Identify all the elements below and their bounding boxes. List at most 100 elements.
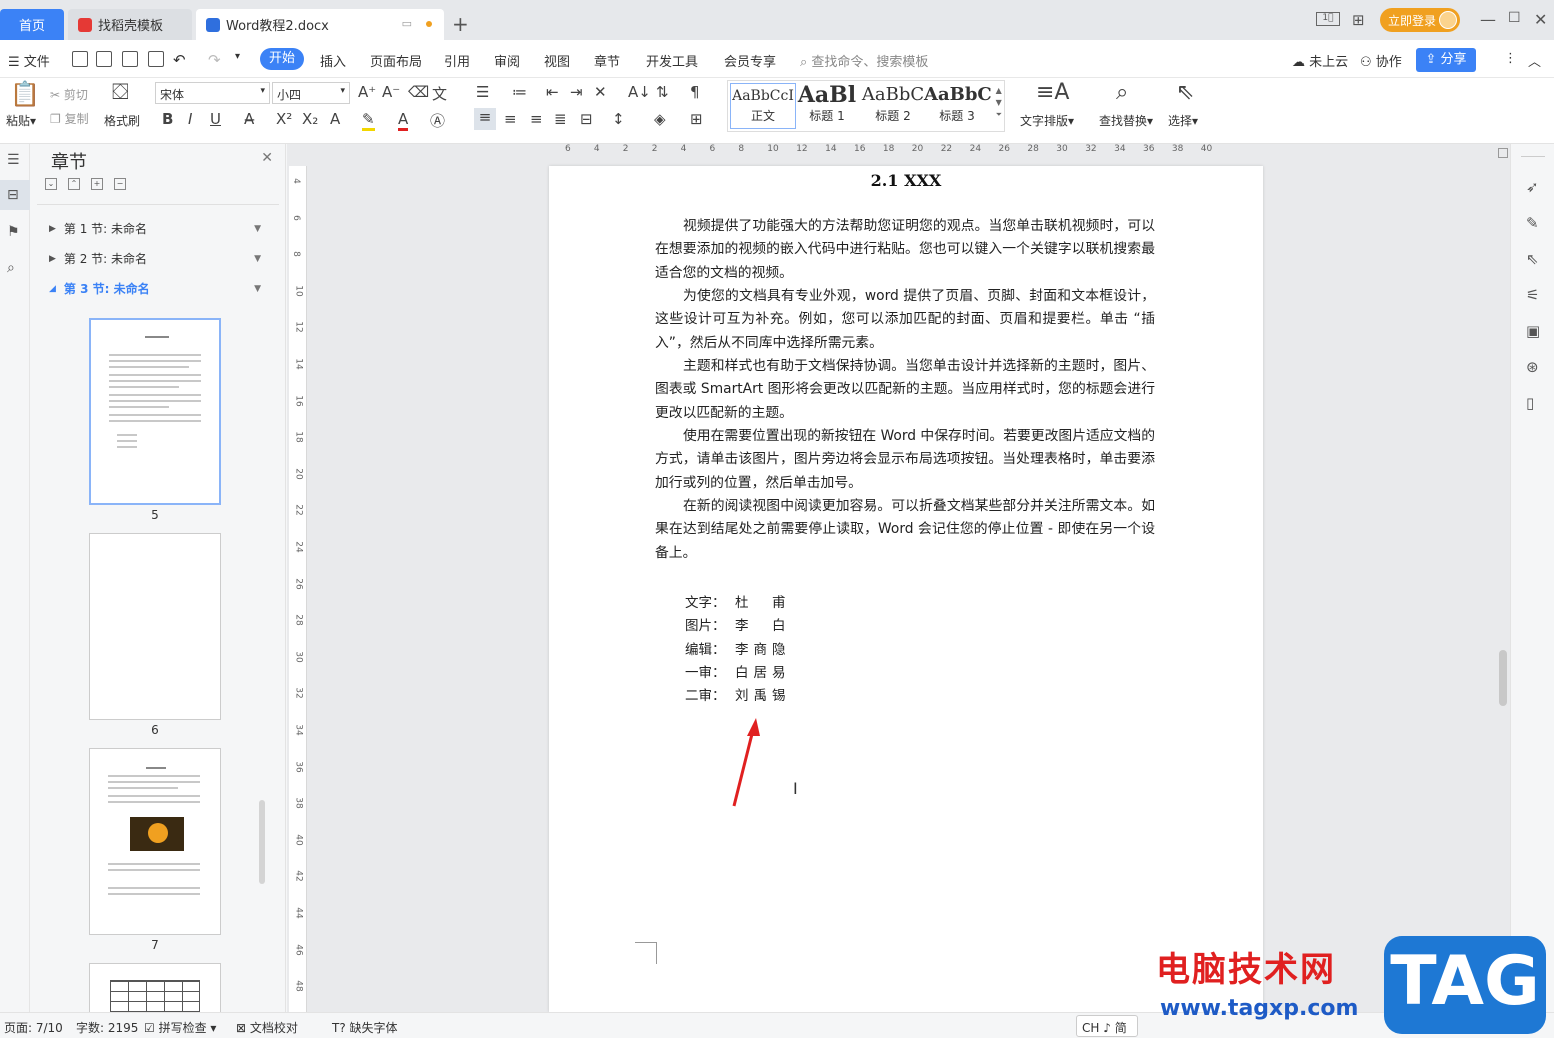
- shrink-font-icon[interactable]: A⁻: [382, 83, 400, 101]
- numbered-list-icon[interactable]: ≔: [512, 83, 527, 101]
- style-heading3[interactable]: AaBbC 标题 3: [924, 83, 992, 129]
- text-direction-icon[interactable]: A↓: [628, 83, 651, 101]
- chevron-down-icon[interactable]: ▼: [254, 284, 261, 294]
- sort-icon[interactable]: ⇅: [656, 83, 669, 101]
- page-thumbnail-5[interactable]: [89, 318, 221, 505]
- cut-button[interactable]: ✂ 剪切: [50, 86, 88, 103]
- settings-sliders-icon[interactable]: ⚟: [1526, 286, 1542, 304]
- bold-icon[interactable]: B: [162, 110, 173, 128]
- align-right-icon[interactable]: ≡: [530, 110, 543, 128]
- char-border-icon[interactable]: Ⓐ: [430, 110, 445, 131]
- align-left-icon[interactable]: ≡: [474, 108, 496, 130]
- clear-format-icon[interactable]: ⌫: [408, 83, 429, 101]
- decrease-indent-icon[interactable]: ⇤: [546, 83, 559, 101]
- close-icon[interactable]: ✕: [261, 150, 273, 166]
- style-scroll-icon[interactable]: ▲ ▼ ⏷: [996, 85, 1002, 121]
- page-counter[interactable]: 页面: 7/10: [4, 1019, 63, 1036]
- font-name-select[interactable]: 宋体 ▾: [155, 82, 270, 104]
- window-layout-icon[interactable]: 1⃞: [1316, 12, 1340, 26]
- monitor-icon[interactable]: ▭: [402, 17, 412, 30]
- missing-font-button[interactable]: T? 缺失字体: [332, 1019, 398, 1036]
- cloud-status[interactable]: ☁ 未上云: [1292, 51, 1348, 70]
- select-button[interactable]: 选择▾: [1168, 112, 1198, 129]
- chevron-down-icon[interactable]: ▼: [254, 254, 261, 264]
- phonetic-icon[interactable]: 文: [432, 83, 447, 104]
- cursor-icon[interactable]: ⇖: [1526, 250, 1542, 268]
- rocket-icon[interactable]: ➶: [1526, 178, 1542, 196]
- chapter-nav-icon[interactable]: ⊟: [0, 180, 30, 210]
- format-painter-button[interactable]: 格式刷: [104, 112, 140, 129]
- pen-icon[interactable]: ✎: [1526, 214, 1542, 232]
- align-center-icon[interactable]: ≡: [504, 110, 517, 128]
- font-color-icon[interactable]: A: [398, 110, 409, 131]
- page-thumbnail-7[interactable]: [89, 748, 221, 935]
- borders-icon[interactable]: ⊞: [690, 110, 703, 128]
- share-button[interactable]: ⇪ 分享: [1416, 48, 1476, 72]
- image-tool-icon[interactable]: ▣: [1526, 322, 1542, 340]
- tab-member[interactable]: 会员专享: [724, 51, 776, 70]
- format-painter-icon[interactable]: ⛋: [112, 80, 129, 105]
- file-menu[interactable]: ☰ 文件: [8, 51, 50, 70]
- expand-down-icon[interactable]: ⌄: [45, 178, 57, 190]
- login-button[interactable]: 立即登录: [1380, 8, 1460, 32]
- grid-apps-icon[interactable]: ⊞: [1352, 11, 1365, 29]
- text-layout-button[interactable]: 文字排版▾: [1020, 112, 1074, 129]
- chevron-down-icon[interactable]: ▼: [254, 224, 261, 234]
- print-preview-icon[interactable]: [148, 51, 164, 67]
- minimize-icon[interactable]: —: [1480, 10, 1496, 29]
- show-marks-icon[interactable]: ¶: [690, 83, 700, 101]
- italic-icon[interactable]: I: [188, 110, 192, 128]
- compass-icon[interactable]: ⊛: [1526, 358, 1542, 376]
- proofread-button[interactable]: ⊠ 文档校对: [236, 1019, 298, 1036]
- style-normal[interactable]: AaBbCcI 正文: [730, 83, 796, 129]
- tab-template[interactable]: 找稻壳模板: [68, 9, 192, 40]
- vertical-ruler[interactable]: 4 6 8 10 12 14 16 18 20 22 24 26 28 30 32 34 36 38 40 42 44 4…: [289, 166, 307, 1012]
- tab-chapter[interactable]: 章节: [594, 51, 620, 70]
- grow-font-icon[interactable]: A⁺: [358, 83, 376, 101]
- justify-icon[interactable]: ≣: [554, 110, 567, 128]
- print-icon[interactable]: [122, 51, 138, 67]
- panel-scrollbar[interactable]: [259, 800, 265, 884]
- tab-view[interactable]: 视图: [544, 51, 570, 70]
- pointer-icon[interactable]: ⇖: [1176, 80, 1194, 105]
- text-effect-icon[interactable]: A: [330, 110, 340, 128]
- section-item-3[interactable]: ◢ 第 3 节: 未命名: [49, 280, 150, 297]
- paste-button[interactable]: 粘贴▾: [6, 112, 36, 129]
- tab-insert[interactable]: 插入: [320, 51, 346, 70]
- redo-icon[interactable]: ↷: [208, 51, 221, 69]
- line-spacing-icon[interactable]: ↕: [612, 110, 625, 128]
- new-tab-button[interactable]: +: [452, 12, 469, 36]
- undo-icon[interactable]: ↶: [173, 51, 186, 69]
- horizontal-ruler[interactable]: 6 4 2 2 4 6 8 10 12 14 16 18 20 22 24 26 28 30 32 34 36 38 40: [557, 144, 1257, 166]
- chinese-layout-icon[interactable]: ✕: [594, 83, 607, 101]
- highlight-icon[interactable]: ✎: [362, 110, 375, 131]
- tab-references[interactable]: 引用: [444, 51, 470, 70]
- spell-check-toggle[interactable]: ☑ 拼写检查 ▾: [144, 1019, 216, 1036]
- page-thumbnail-8[interactable]: [89, 963, 221, 1012]
- save-icon[interactable]: [72, 51, 88, 67]
- remove-section-icon[interactable]: −: [114, 178, 126, 190]
- book-icon[interactable]: ▯: [1526, 394, 1542, 412]
- increase-indent-icon[interactable]: ⇥: [570, 83, 583, 101]
- distribute-icon[interactable]: ⊟: [580, 110, 593, 128]
- text-layout-icon[interactable]: ≡A: [1036, 80, 1069, 105]
- tab-developer[interactable]: 开发工具: [646, 51, 698, 70]
- section-item-1[interactable]: ▶ 第 1 节: 未命名: [49, 220, 147, 237]
- shading-icon[interactable]: ◈: [654, 110, 666, 128]
- find-icon[interactable]: ⌕: [7, 260, 23, 276]
- bookmark-icon[interactable]: ⚑: [7, 224, 23, 240]
- find-replace-button[interactable]: 查找替换▾: [1099, 112, 1153, 129]
- more-options-icon[interactable]: ⋮: [1504, 51, 1517, 66]
- tab-home[interactable]: 首页: [0, 9, 64, 40]
- copy-button[interactable]: ❐ 复制: [50, 110, 89, 127]
- ruler-toggle-icon[interactable]: [1498, 148, 1508, 158]
- customize-dropdown-icon[interactable]: ▾: [235, 51, 240, 62]
- style-heading1[interactable]: AaBl 标题 1: [794, 83, 860, 129]
- command-search[interactable]: ⌕ 查找命令、搜索模板: [800, 51, 928, 70]
- collapse-ribbon-icon[interactable]: ︿: [1528, 51, 1541, 70]
- outline-icon[interactable]: ☰: [7, 152, 23, 168]
- superscript-icon[interactable]: X²: [276, 110, 292, 128]
- strikethrough-icon[interactable]: A̶: [244, 110, 254, 128]
- collaborate-button[interactable]: ⚇ 协作: [1360, 51, 1402, 70]
- tab-document[interactable]: Word教程2.docx ▭: [196, 9, 444, 40]
